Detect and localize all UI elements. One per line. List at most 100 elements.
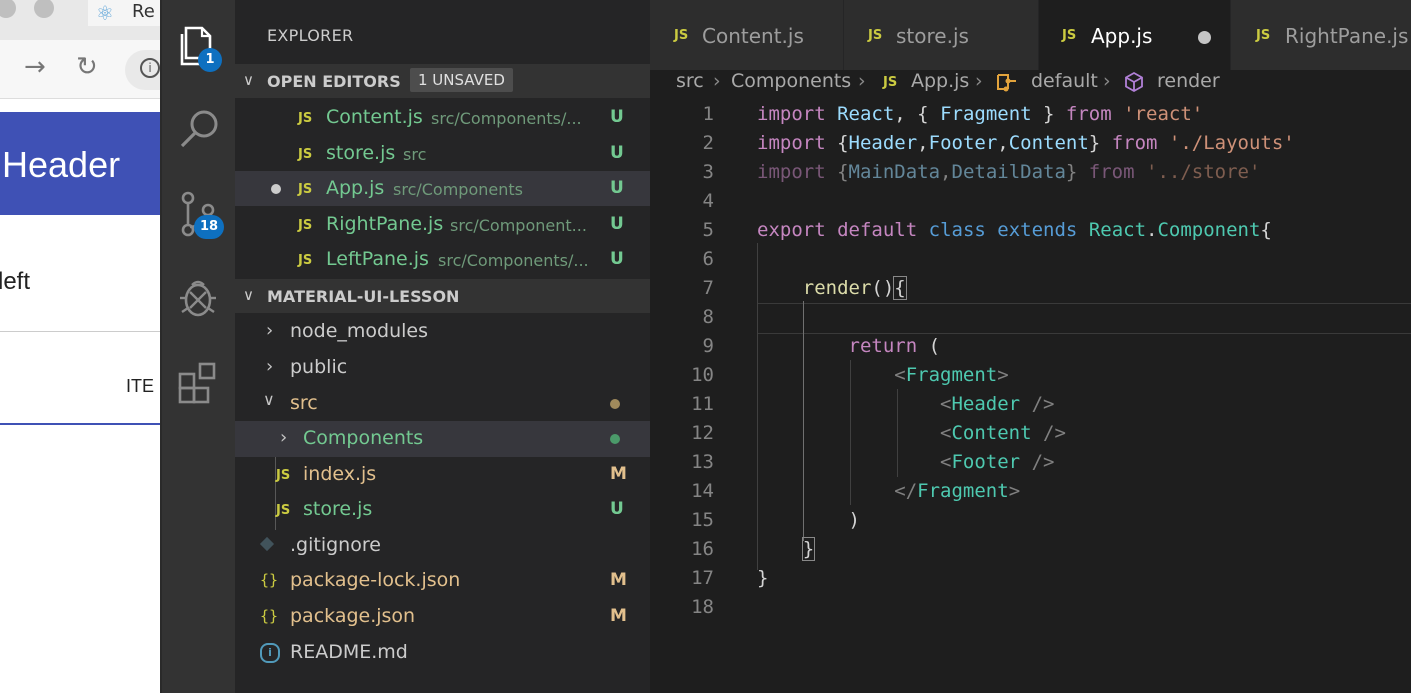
folder-name: node_modules [290,320,429,342]
chevron-right-icon: › [266,356,274,377]
line-number: 10 [691,364,714,386]
line-number: 8 [702,306,714,328]
open-editor-item-active[interactable]: JS App.js src/Components U [235,171,650,206]
breadcrumb-item[interactable]: render [1157,70,1220,92]
line-number: 13 [691,451,714,473]
line-number: 14 [691,480,714,502]
open-editor-path: src/Component... [450,216,587,235]
git-status: U [610,143,624,163]
open-editor-name: RightPane.js [326,213,444,235]
json-file-icon: {} [260,607,279,625]
explorer-activity[interactable]: 1 [162,18,237,78]
js-file-icon: JS [883,75,898,90]
untracked-dot-icon [610,434,620,444]
tab-rightpane-js[interactable]: JS RightPane.js [1231,0,1411,70]
file-name: .gitignore [290,534,381,556]
js-file-icon: JS [298,111,313,126]
code-line: import {Header,Footer,Content} from './L… [757,132,1295,154]
breadcrumb-item[interactable]: src [676,70,704,92]
line-number: 15 [691,509,714,531]
js-file-icon: JS [868,28,883,43]
activity-bar: 1 18 [160,0,237,693]
forward-icon[interactable]: → [24,52,46,82]
left-pane-text: left [0,268,31,295]
line-number: 7 [702,277,714,299]
open-editor-item[interactable]: JS Content.js src/Components/... U [235,100,650,135]
open-editor-item[interactable]: JS LeftPane.js src/Components/... U [235,242,650,277]
folder-components[interactable]: › Components [235,421,650,457]
debug-activity[interactable] [162,268,237,328]
project-folder-header[interactable]: ∨ MATERIAL-UI-LESSON [235,279,650,313]
info-icon[interactable]: i [140,58,160,78]
file-gitignore[interactable]: .gitignore [235,528,650,564]
tab-content-js[interactable]: JS Content.js [650,0,844,70]
line-number: 4 [702,190,714,212]
file-package-json[interactable]: {} package.json M [235,599,650,635]
extensions-activity[interactable] [162,352,237,412]
chevron-right-icon: › [713,70,721,92]
code-line: import {MainData,DetailData} from '../st… [757,161,1261,183]
open-editor-name: store.js [326,142,396,164]
js-file-icon: JS [1256,28,1271,43]
open-editor-name: App.js [326,177,385,199]
file-store-js[interactable]: JS store.js U [235,492,650,528]
source-control-activity[interactable]: 18 [162,186,237,246]
open-editors-label: OPEN EDITORS [267,72,401,91]
open-editor-path: src/Components/... [438,251,589,270]
chevron-right-icon: › [266,320,274,341]
line-number: 3 [702,161,714,183]
open-editor-item[interactable]: JS store.js src U [235,136,650,171]
line-number: 5 [702,219,714,241]
code-line: return ( [848,335,941,357]
js-file-icon: JS [298,147,313,162]
tab-store-js[interactable]: JS store.js [844,0,1039,70]
git-status: U [610,499,624,519]
project-folder-label: MATERIAL-UI-LESSON [267,287,460,306]
open-editor-path: src [403,145,427,164]
js-file-icon: JS [298,182,313,197]
line-number: 9 [702,335,714,357]
chevron-right-icon: › [975,70,983,92]
unsaved-dot-icon[interactable] [1198,31,1211,44]
search-activity[interactable] [162,98,237,158]
line-number: 11 [691,393,714,415]
reload-icon[interactable]: ↻ [76,52,98,82]
js-file-icon: JS [298,218,313,233]
chevron-right-icon: › [858,70,866,92]
files-icon [180,26,212,66]
code-line: } [801,537,816,561]
folder-src[interactable]: ∨ src [235,386,650,422]
tab-app-js[interactable]: JS App.js [1039,0,1231,70]
chevron-down-icon: ∨ [243,71,254,89]
folder-public[interactable]: › public [235,350,650,386]
js-file-icon: JS [276,468,291,483]
line-number: 17 [691,567,714,589]
git-icon [259,536,275,552]
breadcrumb-item[interactable]: Components [731,70,851,92]
open-editors-header[interactable]: ∨ OPEN EDITORS 1 UNSAVED [235,64,650,98]
tab-label: RightPane.js [1285,24,1409,48]
debug-icon [180,280,216,317]
tab-item-label[interactable]: ITE [126,376,154,397]
line-number: 2 [702,132,714,154]
unsaved-dot-icon[interactable] [271,184,281,194]
react-icon: ⚛ [96,1,114,25]
file-readme[interactable]: i README.md [235,635,650,671]
breadcrumb-item[interactable]: default [1031,70,1098,92]
extensions-icon [178,362,216,404]
breadcrumb-item[interactable]: App.js [911,70,969,92]
open-editor-item[interactable]: JS RightPane.js src/Component... U [235,207,650,242]
open-editor-path: src/Components/... [431,109,582,128]
git-status: M [610,570,627,590]
open-editor-name: Content.js [326,106,423,128]
folder-name: src [290,392,318,414]
json-file-icon: {} [260,571,279,589]
folder-node-modules[interactable]: › node_modules [235,314,650,350]
js-file-icon: JS [276,503,291,518]
file-index-js[interactable]: JS index.js M [235,457,650,493]
folder-name: public [290,356,348,378]
js-file-icon: JS [674,28,689,43]
file-package-lock[interactable]: {} package-lock.json M [235,563,650,599]
code-line: <Header /> [940,393,1055,415]
unsaved-badge: 1 UNSAVED [410,68,513,92]
